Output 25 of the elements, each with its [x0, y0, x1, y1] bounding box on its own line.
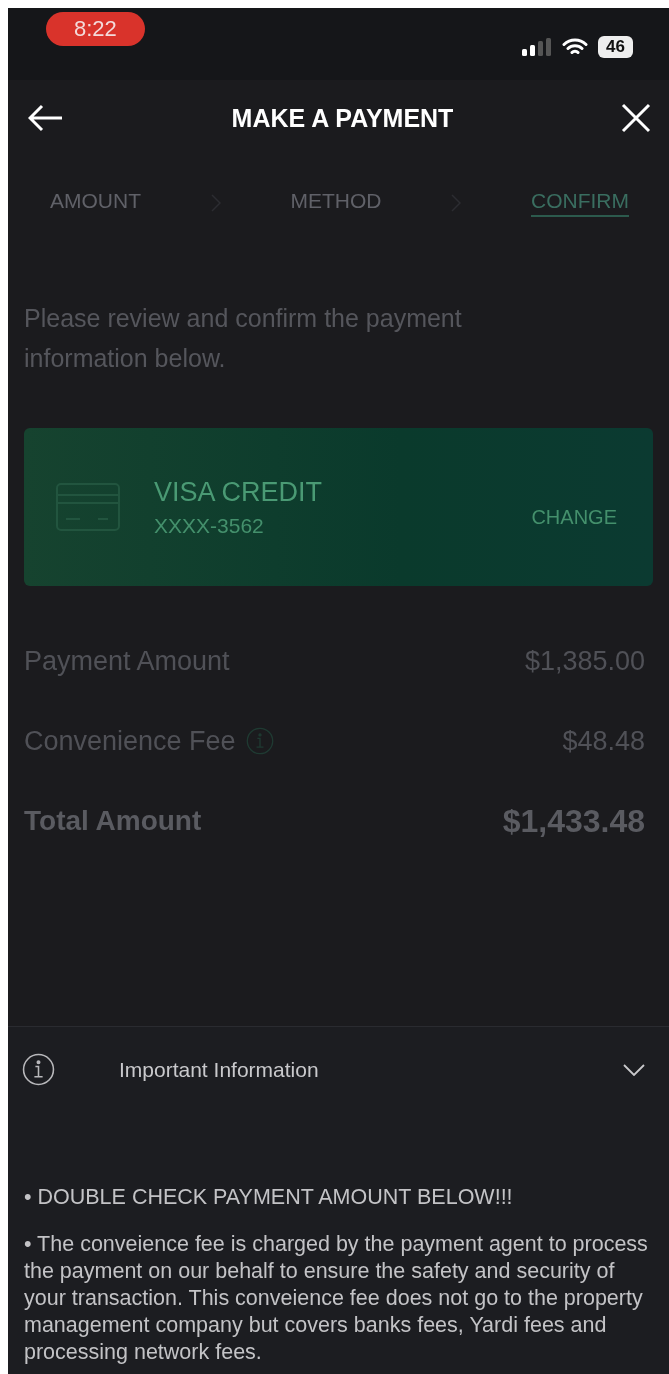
info-icon	[245, 727, 274, 755]
card-number: XXXX-3562	[154, 513, 265, 538]
summary-value: $1,433.48	[502, 802, 645, 840]
summary-label: Total Amount	[24, 805, 202, 837]
note-text: • DOUBLE CHECK PAYMENT AMOUNT BELOW!!!	[24, 1184, 514, 1211]
signal-icon	[522, 38, 553, 56]
summary-label: Payment Amount	[24, 645, 230, 677]
card-name: VISA CREDIT	[154, 476, 324, 508]
time-pill: 8:22	[46, 12, 145, 46]
chevron-icon	[623, 1063, 645, 1076]
wifi-icon	[562, 37, 589, 57]
payment-method-card[interactable]: VISA CREDIT XXXX-3562 CHANGE	[24, 428, 653, 586]
summary-value: $48.48	[562, 725, 645, 757]
change-button[interactable]: CHANGE	[525, 504, 623, 530]
battery-icon: 46	[598, 36, 633, 58]
step-tab[interactable]: AMOUNT	[50, 189, 141, 217]
summary-value: $1,385.00	[524, 645, 645, 677]
page-title: MAKE A PAYMENT	[231, 103, 454, 133]
step-tab[interactable]: METHOD	[290, 189, 382, 217]
info-icon	[22, 1053, 55, 1086]
info-accordion-header[interactable]: Important Information	[8, 1027, 669, 1112]
note-text: • The conveience fee is charged by the payment agent to process the payment on our behalf to ensure the safety and security of your transaction. This conveience fee does not go to the property management company but covers banks fees, Yardi fees and processing network fees.	[24, 1231, 649, 1366]
instructions-text: Please review and confirm the payment information below.	[23, 303, 463, 374]
summary-label: Convenience Fee	[24, 725, 236, 757]
step-tab[interactable]: CONFIRM	[531, 189, 629, 217]
